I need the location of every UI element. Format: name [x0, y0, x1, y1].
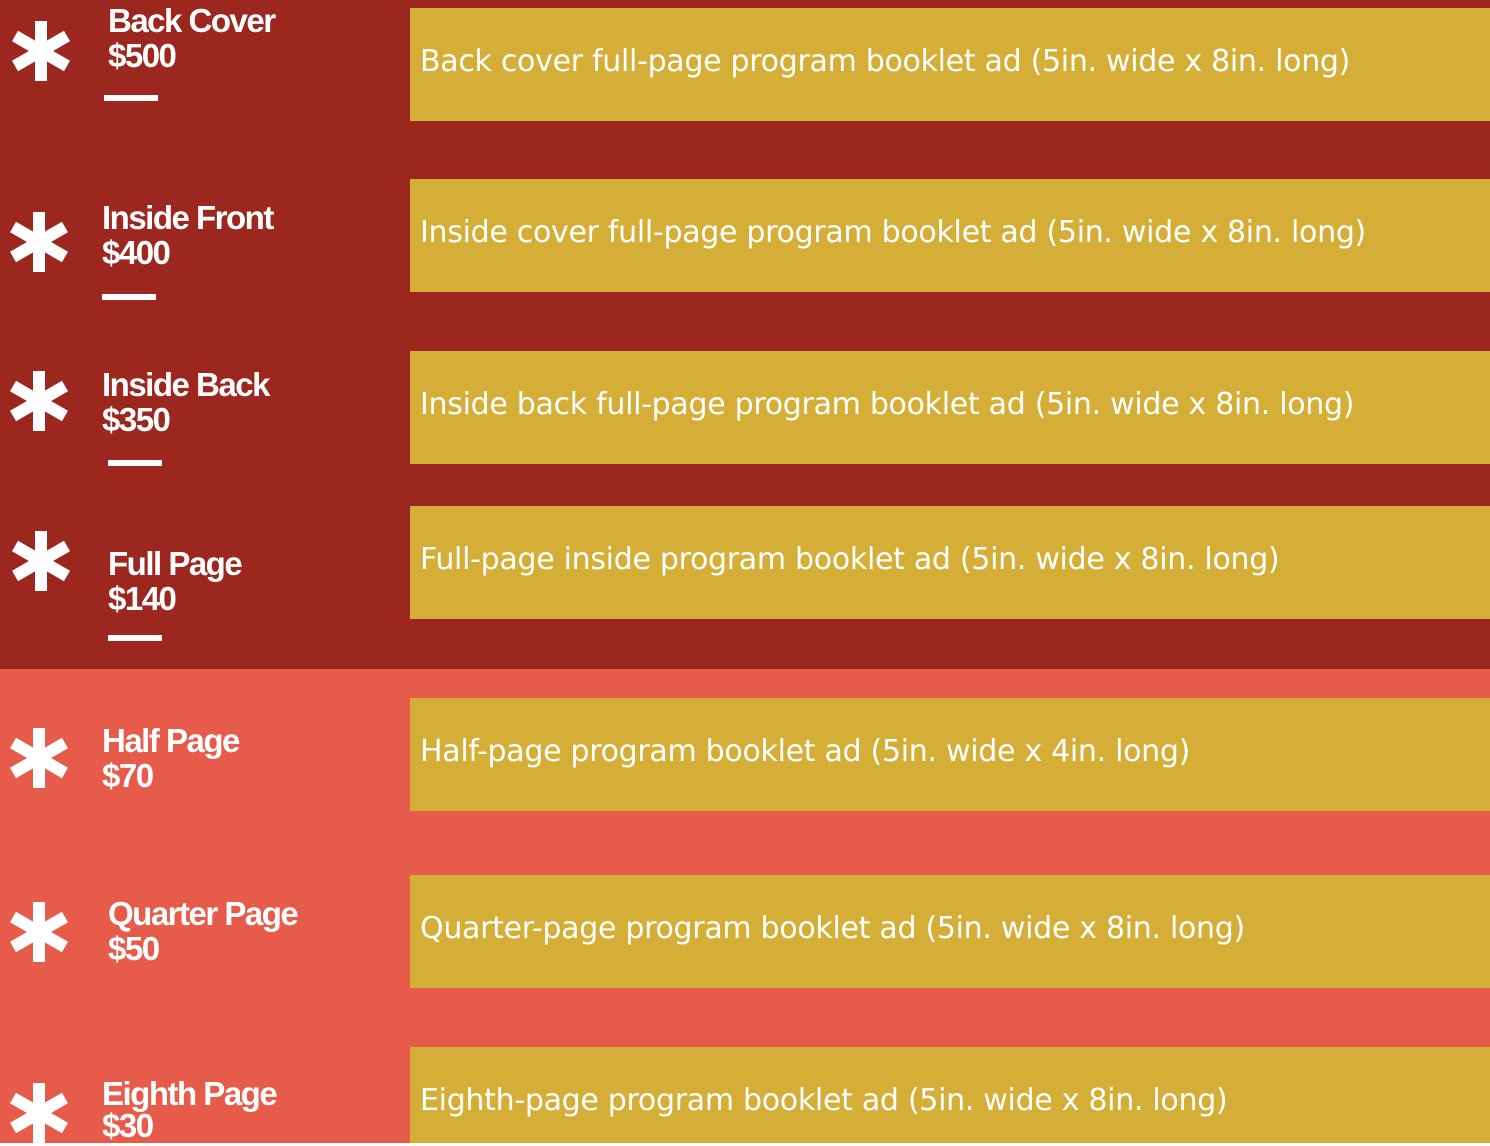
ad-price: $140	[108, 580, 177, 617]
ad-name: Half Page	[102, 722, 240, 759]
asterisk-icon	[6, 368, 72, 434]
ad-name: Quarter Page	[108, 895, 299, 932]
ad-price: $350	[102, 401, 171, 438]
ad-description-box: Inside cover full-page program booklet a…	[410, 179, 1490, 292]
ad-description: Inside back full-page program booklet ad…	[420, 387, 1355, 422]
ad-description-box: Eighth-page program booklet ad (5in. wid…	[410, 1047, 1490, 1143]
asterisk-icon	[6, 1080, 72, 1146]
ad-description: Eighth-page program booklet ad (5in. wid…	[420, 1083, 1228, 1118]
ad-description-box: Quarter-page program booklet ad (5in. wi…	[410, 875, 1490, 988]
ad-price: $70	[102, 757, 154, 794]
ad-price: $50	[108, 930, 160, 967]
ad-name: Inside Back	[102, 366, 270, 403]
ad-description-box: Inside back full-page program booklet ad…	[410, 351, 1490, 464]
ad-description-box: Full-page inside program booklet ad (5in…	[410, 506, 1490, 619]
asterisk-icon	[6, 899, 72, 965]
ad-description: Half-page program booklet ad (5in. wide …	[420, 734, 1191, 769]
ad-description: Back cover full-page program booklet ad …	[420, 44, 1351, 79]
ad-price: $30	[102, 1107, 154, 1144]
ad-description: Quarter-page program booklet ad (5in. wi…	[420, 911, 1245, 946]
ad-name: Eighth Page	[102, 1075, 278, 1112]
divider-dash	[102, 294, 156, 300]
ad-price: $400	[102, 234, 171, 271]
ad-name: Full Page	[108, 545, 243, 582]
asterisk-icon	[8, 528, 74, 594]
divider-dash	[108, 635, 162, 641]
asterisk-icon	[8, 18, 74, 84]
asterisk-icon	[6, 209, 72, 275]
divider-dash	[108, 460, 162, 466]
ad-price: $500	[108, 37, 177, 74]
ad-description: Inside cover full-page program booklet a…	[420, 215, 1366, 250]
ad-description: Full-page inside program booklet ad (5in…	[420, 542, 1280, 577]
ad-description-box: Half-page program booklet ad (5in. wide …	[410, 698, 1490, 811]
ad-name: Inside Front	[102, 199, 274, 236]
divider-dash	[104, 95, 158, 101]
asterisk-icon	[6, 725, 72, 791]
ad-description-box: Back cover full-page program booklet ad …	[410, 8, 1490, 121]
ad-name: Back Cover	[108, 2, 276, 39]
